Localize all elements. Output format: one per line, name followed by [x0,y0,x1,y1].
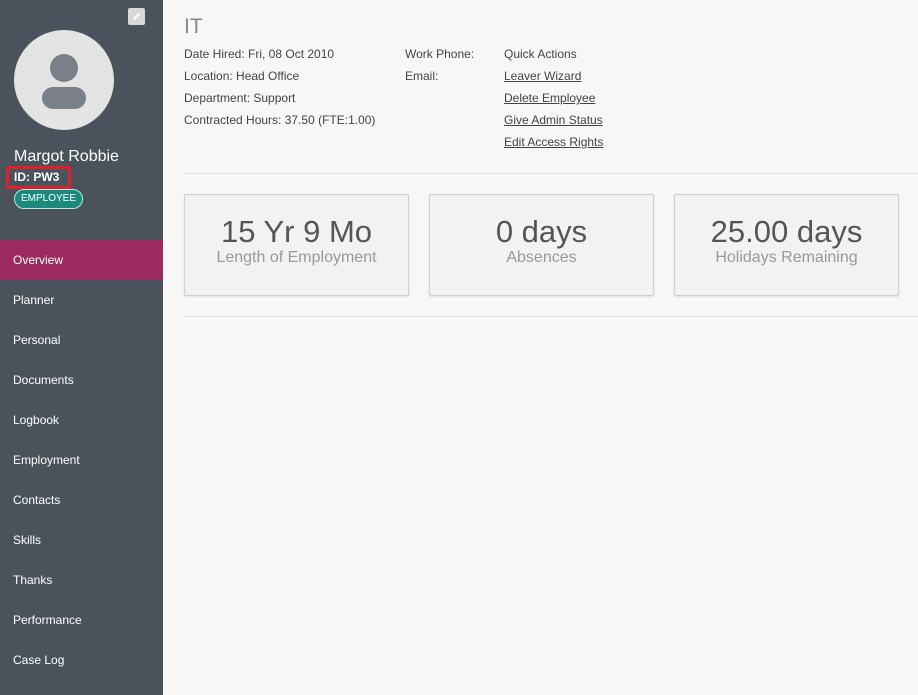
user-avatar-icon [42,54,86,109]
sidebar-item-employment[interactable]: Employment [0,440,163,480]
sidebar-item-personal[interactable]: Personal [0,320,163,360]
sidebar-item-contacts[interactable]: Contacts [0,480,163,520]
avatar [14,30,114,130]
stat-card-holidays-remaining: 25.00 days Holidays Remaining [674,194,899,296]
stat-label: Absences [506,249,577,266]
sidebar-item-skills[interactable]: Skills [0,520,163,560]
pencil-icon [133,13,140,20]
location: Location: Head Office [184,69,300,83]
sidebar-item-thanks[interactable]: Thanks [0,560,163,600]
role-badge: EMPLOYEE [14,189,84,209]
employee-id: ID: PW3 [6,166,71,189]
sidebar-item-planner[interactable]: Planner [0,280,163,320]
stat-value: 25.00 days [710,214,863,249]
department: Department: Support [184,91,296,105]
edit-profile-button[interactable] [128,8,145,25]
stat-value: 0 days [495,214,588,249]
quick-actions-heading: Quick Actions [504,47,577,61]
employee-details: Date Hired: Fri, 08 Oct 2010 Location: H… [184,43,375,131]
give-admin-status-link[interactable]: Give Admin Status [504,109,603,131]
edit-access-rights-link[interactable]: Edit Access Rights [504,131,603,153]
page-title: IT [184,15,203,38]
email: Email: [405,69,439,83]
stat-label: Length of Employment [216,249,377,266]
sidebar-item-documents[interactable]: Documents [0,360,163,400]
sidebar: Margot Robbie ID: PW3 EMPLOYEE Overview … [0,0,163,695]
sidebar-nav: Overview Planner Personal Documents Logb… [0,240,163,680]
stat-card-length-of-employment: 15 Yr 9 Mo Length of Employment [184,194,409,296]
leaver-wizard-link[interactable]: Leaver Wizard [504,65,603,87]
main-content: IT Date Hired: Fri, 08 Oct 2010 Location… [163,0,918,695]
delete-employee-link[interactable]: Delete Employee [504,87,603,109]
quick-actions: Quick Actions Leaver Wizard Delete Emplo… [504,43,603,153]
stat-card-absences: 0 days Absences [429,194,654,296]
sidebar-item-case-log[interactable]: Case Log [0,640,163,680]
date-hired: Date Hired: Fri, 08 Oct 2010 [184,47,335,61]
divider [184,173,918,174]
sidebar-item-overview[interactable]: Overview [0,240,163,280]
stat-label: Holidays Remaining [715,249,858,266]
sidebar-item-logbook[interactable]: Logbook [0,400,163,440]
stat-value: 15 Yr 9 Mo [220,214,373,249]
divider [184,316,918,317]
contracted-hours: Contracted Hours: 37.50 (FTE:1.00) [184,113,376,127]
sidebar-item-performance[interactable]: Performance [0,600,163,640]
work-phone: Work Phone: [405,47,475,61]
employee-name: Margot Robbie [14,148,119,165]
contact-details: Work Phone: Email: [405,43,474,87]
